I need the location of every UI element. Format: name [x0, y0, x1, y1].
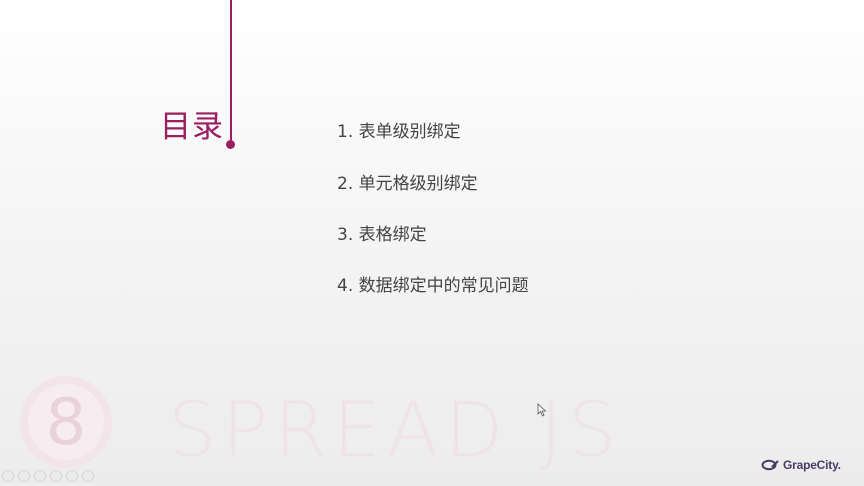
grapecity-logo-icon [761, 459, 779, 471]
toc-item: 4. 数据绑定中的常见问题 [337, 276, 529, 296]
slide-title: 目录 [160, 109, 224, 145]
spreadjs-watermark-badge: 8 [20, 376, 112, 468]
screenshot-icon[interactable] [50, 470, 62, 482]
watermark-badge-number: 8 [46, 386, 87, 460]
next-icon[interactable] [34, 470, 46, 482]
toc-item: 1. 表单级别绑定 [337, 122, 461, 142]
play-icon[interactable] [18, 470, 30, 482]
previous-icon[interactable] [2, 470, 14, 482]
player-controls [2, 470, 94, 482]
grapecity-logo-text: GrapeCity. [783, 458, 841, 472]
mouse-cursor-icon [537, 403, 547, 417]
toc-item: 3. 表格绑定 [337, 225, 427, 245]
slide-vertical-dot [226, 140, 235, 149]
spreadjs-watermark-text: SPREAD JS [168, 385, 623, 474]
grapecity-logo: GrapeCity. [761, 458, 841, 472]
toc-item: 2. 单元格级别绑定 [337, 174, 478, 194]
table-of-contents: 1. 表单级别绑定 2. 单元格级别绑定 3. 表格绑定 4. 数据绑定中的常见… [337, 120, 529, 325]
slide-vertical-line [230, 0, 232, 144]
more-icon[interactable] [82, 470, 94, 482]
zoom-icon[interactable] [66, 470, 78, 482]
